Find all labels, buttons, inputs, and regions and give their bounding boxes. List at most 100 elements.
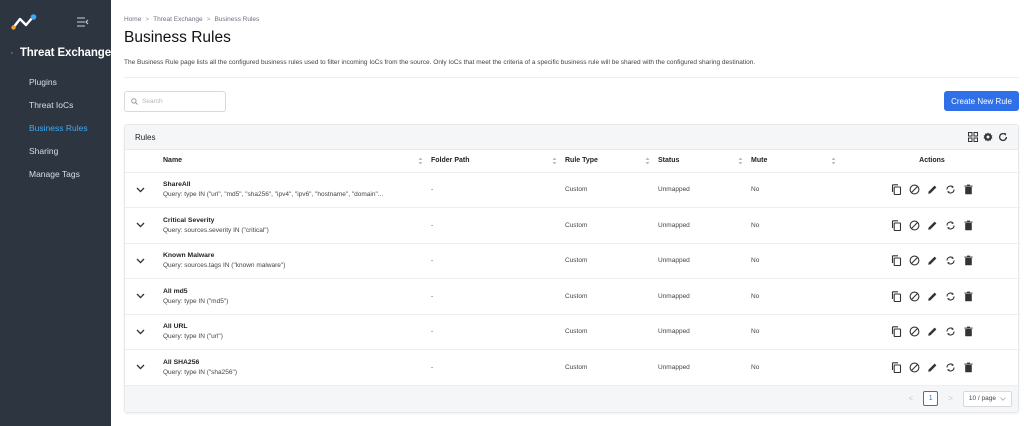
sync-icon[interactable]	[945, 291, 956, 302]
grid-view-icon[interactable]	[968, 132, 978, 142]
rule-name[interactable]: Critical Severity	[163, 217, 431, 224]
edit-icon[interactable]	[927, 220, 938, 231]
rule-name[interactable]: All URL	[163, 323, 431, 330]
table-row[interactable]: All SHA256 Query: type IN ("sha256") - Cust…	[125, 350, 1020, 386]
rule-name-cell: ShareAll Query: type IN ("url", "md5", "s…	[163, 172, 431, 208]
edit-icon[interactable]	[927, 184, 938, 195]
copy-icon[interactable]	[891, 326, 902, 338]
sort-icon[interactable]	[831, 157, 836, 165]
mute-cell: No	[751, 257, 760, 265]
rule-query: Query: type IN ("url", "md5", "sha256", …	[163, 191, 384, 199]
actions-cell	[844, 208, 1020, 244]
folder-path-cell: -	[431, 292, 434, 300]
copy-icon[interactable]	[891, 220, 902, 231]
folder-path-cell: -	[431, 257, 434, 265]
create-new-rule-button[interactable]: Create New Rule	[944, 91, 1019, 111]
chevron-down-icon[interactable]	[136, 222, 145, 228]
table-row[interactable]: Known Malware Query: sources.tags IN ("kn…	[125, 243, 1020, 279]
expand-cell	[125, 350, 163, 386]
rule-type-cell: Custom	[565, 363, 588, 371]
rule-name[interactable]: Known Malware	[163, 252, 431, 259]
rule-query: Query: type IN ("sha256")	[163, 368, 237, 376]
sync-icon[interactable]	[945, 326, 956, 337]
disable-icon[interactable]	[909, 184, 920, 195]
chevron-down-icon[interactable]	[136, 258, 145, 264]
sort-icon[interactable]	[418, 157, 423, 165]
chevron-down-icon[interactable]	[136, 187, 145, 193]
sync-icon[interactable]	[945, 184, 956, 195]
expand-cell	[125, 208, 163, 244]
page-size-select[interactable]: 10 / page	[962, 390, 1012, 407]
table-row[interactable]: Critical Severity Query: sources.severity…	[125, 208, 1020, 244]
edit-icon[interactable]	[927, 362, 938, 373]
rule-name-cell: All URL Query: type IN ("url")	[163, 314, 431, 350]
disable-icon[interactable]	[909, 362, 920, 373]
copy-icon[interactable]	[891, 362, 902, 373]
column-header-name[interactable]: Name	[163, 150, 431, 173]
sync-icon[interactable]	[945, 255, 956, 266]
breadcrumb: Home > Threat Exchange > Business Rules	[124, 14, 1019, 24]
rule-query: Query: type IN ("url")	[163, 333, 223, 341]
edit-icon[interactable]	[927, 255, 938, 266]
folder-path-cell: -	[431, 328, 434, 336]
row-actions	[844, 291, 1020, 302]
search-input[interactable]	[142, 97, 220, 105]
sidebar-item-business-rules[interactable]: Business Rules	[0, 116, 111, 139]
edit-icon[interactable]	[927, 291, 938, 302]
delete-icon[interactable]	[963, 291, 974, 302]
copy-icon[interactable]	[891, 184, 902, 196]
disable-icon[interactable]	[909, 326, 920, 337]
rule-name[interactable]: ShareAll	[163, 181, 431, 188]
disable-icon[interactable]	[909, 255, 920, 266]
delete-icon[interactable]	[963, 184, 974, 195]
rule-name[interactable]: All SHA256	[163, 359, 431, 366]
sidebar-header	[0, 0, 111, 44]
column-header-mute[interactable]: Mute	[751, 150, 844, 173]
sidebar-item-plugins[interactable]: Plugins	[0, 70, 111, 93]
search-box[interactable]	[124, 90, 226, 112]
delete-icon[interactable]	[963, 255, 974, 266]
sync-icon[interactable]	[945, 362, 956, 373]
column-header-status[interactable]: Status	[658, 150, 751, 173]
copy-icon[interactable]	[891, 255, 902, 267]
disable-icon[interactable]	[909, 291, 920, 302]
sync-icon[interactable]	[945, 220, 956, 231]
chevron-down-icon	[1000, 396, 1006, 401]
refresh-icon[interactable]	[998, 132, 1008, 142]
sort-icon[interactable]	[552, 157, 557, 165]
chevron-down-icon[interactable]	[136, 329, 145, 335]
table-row[interactable]: ShareAll Query: type IN ("url", "md5", "s…	[125, 172, 1020, 208]
rule-name[interactable]: All md5	[163, 288, 431, 295]
pagination-next-button[interactable]: >	[948, 394, 953, 403]
column-header-rule-type[interactable]: Rule Type	[565, 150, 658, 173]
sidebar-item-threat-iocs[interactable]: Threat IoCs	[0, 93, 111, 116]
delete-icon[interactable]	[963, 362, 974, 373]
breadcrumb-threat-exchange[interactable]: Threat Exchange	[153, 16, 203, 23]
settings-icon[interactable]	[983, 132, 993, 142]
rule-name-cell: Known Malware Query: sources.tags IN ("kn…	[163, 243, 431, 279]
column-header-folder-path[interactable]: Folder Path	[431, 150, 565, 173]
chevron-down-icon[interactable]	[136, 293, 145, 299]
disable-icon[interactable]	[909, 220, 920, 231]
sidebar-item-sharing[interactable]: Sharing	[0, 139, 111, 162]
rules-card-title: Rules	[135, 132, 156, 142]
delete-icon[interactable]	[963, 326, 974, 337]
row-actions	[844, 326, 1020, 338]
table-row[interactable]: All md5 Query: type IN ("md5") - Custom Unma…	[125, 279, 1020, 314]
edit-icon[interactable]	[927, 326, 938, 337]
rule-type-cell: Custom	[565, 328, 588, 336]
breadcrumb-separator: >	[206, 15, 211, 23]
sort-icon[interactable]	[738, 157, 743, 165]
delete-icon[interactable]	[963, 220, 974, 231]
chevron-down-icon[interactable]	[136, 364, 145, 370]
back-to-threat-exchange[interactable]: Threat Exchange	[0, 44, 111, 62]
breadcrumb-home[interactable]: Home	[124, 16, 141, 23]
copy-icon[interactable]	[891, 291, 902, 302]
collapse-menu-icon[interactable]	[77, 17, 89, 27]
row-actions	[844, 255, 1020, 267]
pagination-prev-button[interactable]: <	[909, 394, 914, 403]
pagination-page-1[interactable]: 1	[923, 391, 939, 406]
sidebar-item-manage-tags[interactable]: Manage Tags	[0, 162, 111, 185]
sort-icon[interactable]	[645, 157, 650, 165]
table-row[interactable]: All URL Query: type IN ("url") - Custom Unma…	[125, 314, 1020, 350]
